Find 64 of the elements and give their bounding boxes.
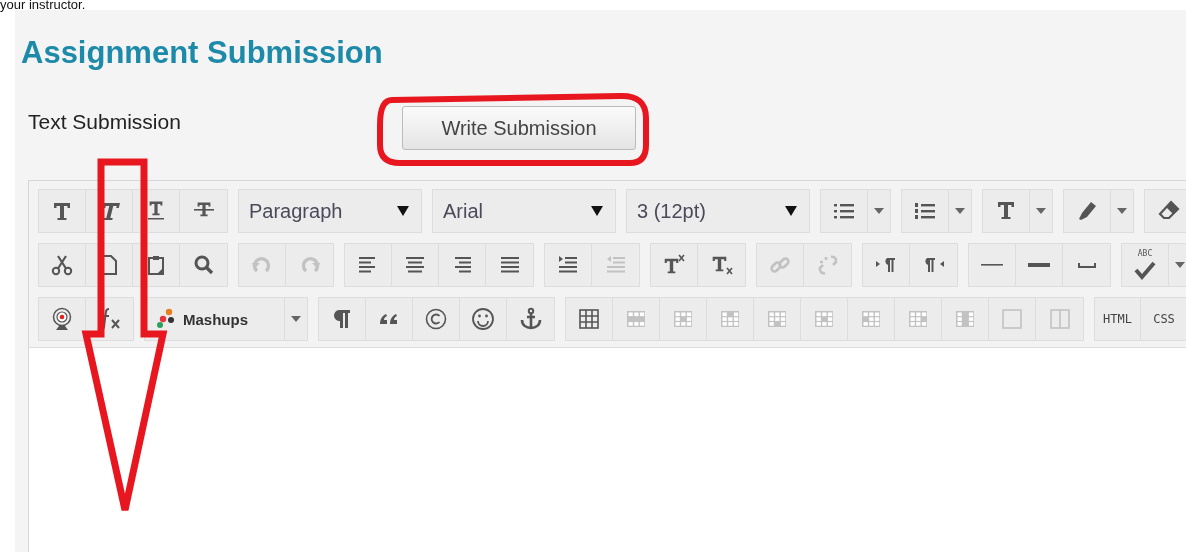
field-label: Text Submission <box>28 110 182 134</box>
dropdown-arrow-button[interactable] <box>868 190 890 232</box>
webcam-icon <box>50 307 74 331</box>
toolbar-button[interactable] <box>345 244 392 286</box>
caret-icon <box>1036 208 1046 214</box>
toolbar-button[interactable] <box>902 190 949 232</box>
caret-icon <box>785 206 797 216</box>
dropdown[interactable]: Paragraph <box>239 190 421 232</box>
toolbar-button[interactable] <box>910 244 957 286</box>
copyright-icon <box>424 307 448 331</box>
caret-icon <box>1117 208 1127 214</box>
toolbar-button[interactable] <box>39 244 86 286</box>
toolbar-button[interactable] <box>1016 244 1063 286</box>
toolbar-button[interactable] <box>366 298 413 340</box>
toolbar-button[interactable] <box>1063 244 1110 286</box>
dropdown[interactable]: Arial <box>433 190 615 232</box>
toolbar-button[interactable] <box>821 190 868 232</box>
instruction-text: your instructor. <box>0 0 87 10</box>
caret-icon <box>397 206 409 216</box>
toolbar-button[interactable] <box>651 244 698 286</box>
caret-icon <box>291 316 301 322</box>
toolbar-button[interactable] <box>413 298 460 340</box>
two-columns-icon <box>1047 307 1072 331</box>
caret-icon <box>874 208 884 214</box>
write-submission-button[interactable]: Write Submission <box>402 106 636 150</box>
dropdown[interactable]: 3 (12pt) <box>627 190 809 232</box>
toolbar-button[interactable]: ABC <box>1122 244 1169 286</box>
toolbar-button[interactable]: CSS <box>1141 298 1186 340</box>
toolbar-button[interactable] <box>39 190 86 232</box>
grid-icon <box>577 307 601 331</box>
caret-icon <box>1175 262 1185 268</box>
toolbar-button[interactable] <box>486 244 533 286</box>
horizontal-rule-icon <box>981 264 1003 266</box>
toolbar-button[interactable] <box>180 244 227 286</box>
toolbar-button[interactable] <box>1064 190 1111 232</box>
dropdown-arrow-button[interactable] <box>1030 190 1052 232</box>
caret-icon <box>955 208 965 214</box>
space-bracket-icon <box>1077 262 1096 268</box>
toolbar-button[interactable] <box>863 244 910 286</box>
toolbar-button[interactable] <box>698 244 745 286</box>
dropdown-arrow-button[interactable] <box>1169 244 1186 286</box>
dropdown-arrow-button[interactable] <box>1111 190 1133 232</box>
section-title: Assignment Submission <box>21 34 384 72</box>
scissors-icon <box>50 253 74 277</box>
toolbar-button[interactable] <box>460 298 507 340</box>
toolbar-button[interactable] <box>983 190 1030 232</box>
anchor-icon <box>518 307 543 331</box>
toolbar-button[interactable] <box>566 298 613 340</box>
dropdown-arrow-button[interactable] <box>285 298 307 340</box>
square-icon <box>1000 307 1024 331</box>
toolbar-button[interactable] <box>439 244 486 286</box>
toolbar-button[interactable] <box>392 244 439 286</box>
toolbar-button[interactable] <box>969 244 1016 286</box>
toolbar-button[interactable] <box>319 298 366 340</box>
toolbar-button[interactable]: Mashups <box>145 298 285 340</box>
toolbar-button[interactable]: HTML <box>1095 298 1141 340</box>
caret-icon <box>591 206 603 216</box>
toolbar-button[interactable] <box>507 298 554 340</box>
toolbar-button[interactable] <box>180 190 227 232</box>
toolbar-button[interactable] <box>1145 190 1186 232</box>
toolbar-button[interactable] <box>39 298 86 340</box>
smiley-icon <box>471 307 495 331</box>
toolbar-button[interactable] <box>545 244 592 286</box>
dropdown-arrow-button[interactable] <box>949 190 971 232</box>
